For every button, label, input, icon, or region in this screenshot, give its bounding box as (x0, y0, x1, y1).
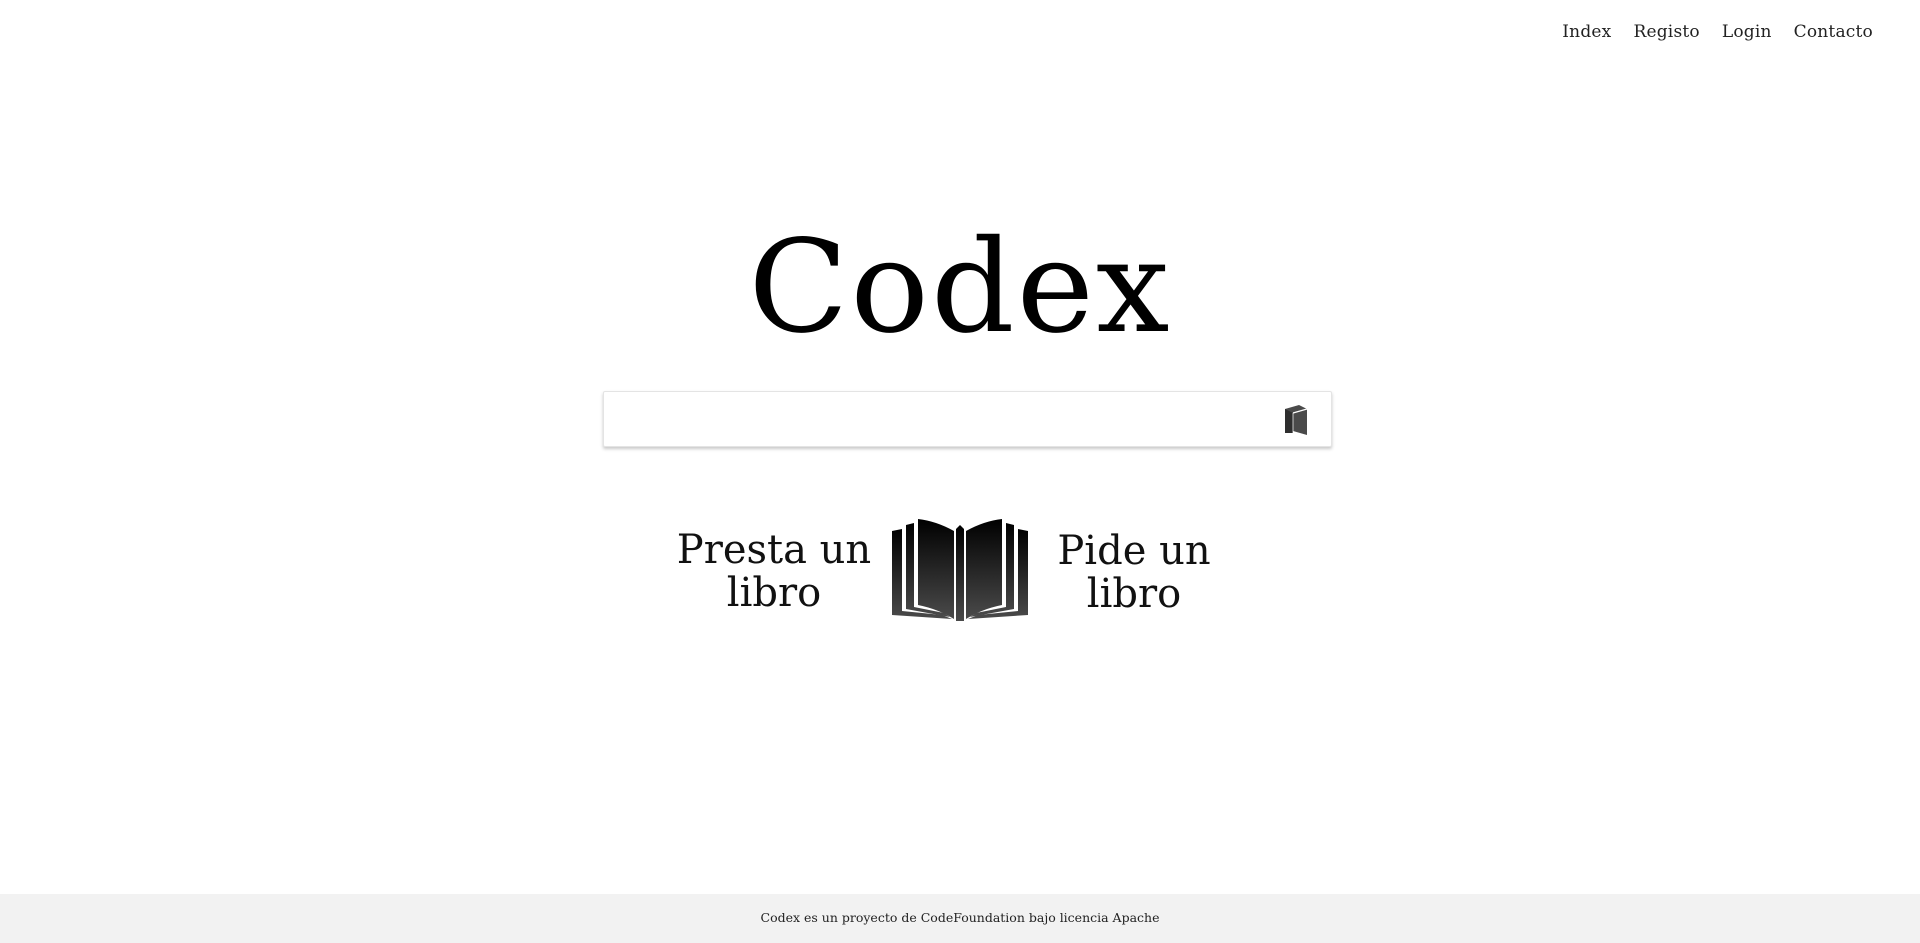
lend-book-line-1: Presta un (676, 527, 872, 573)
nav-link-registo[interactable]: Registo (1633, 22, 1699, 42)
site-logo-title: Codex (748, 213, 1172, 362)
nav-link-index[interactable]: Index (1562, 22, 1611, 42)
lend-book-line-2: libro (726, 570, 822, 616)
request-book-line-2: libro (1086, 571, 1182, 617)
request-book-link[interactable]: Pide un libro (1044, 530, 1224, 616)
page-footer: Codex es un proyecto de CodeFoundation b… (0, 894, 1920, 943)
book-icon (1285, 405, 1308, 435)
lend-book-link[interactable]: Presta un libro (674, 529, 874, 615)
search-button[interactable] (1281, 403, 1311, 437)
search-bar (603, 391, 1332, 447)
open-book-icon (892, 519, 1028, 621)
top-navigation: Index Registo Login Contacto (1562, 22, 1873, 42)
search-input[interactable] (604, 392, 1264, 446)
nav-link-login[interactable]: Login (1722, 22, 1772, 42)
nav-link-contacto[interactable]: Contacto (1794, 22, 1873, 42)
request-book-line-1: Pide un (1057, 528, 1211, 574)
footer-text: Codex es un proyecto de CodeFoundation b… (760, 910, 1160, 925)
